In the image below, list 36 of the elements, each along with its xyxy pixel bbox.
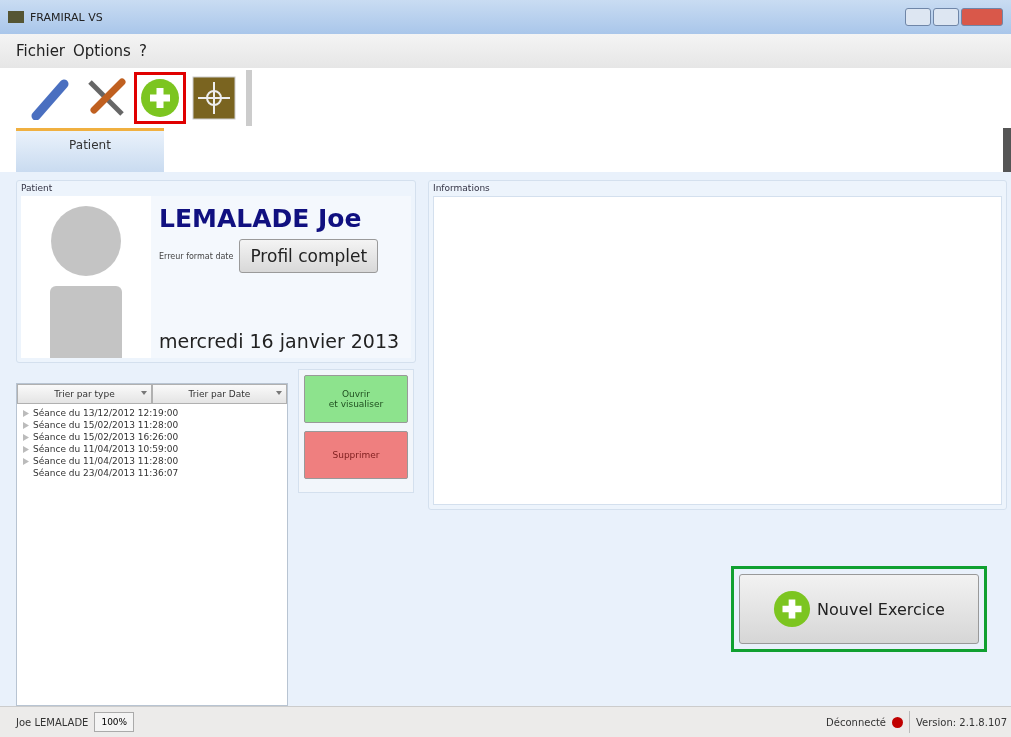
user-name: Joe LEMALADE	[16, 716, 89, 728]
toolbar-grip[interactable]	[246, 70, 252, 126]
menu-item[interactable]: Fichier	[16, 42, 66, 60]
session-item[interactable]: Séance du 23/04/2013 11:36:07	[17, 467, 287, 479]
date-error-text: Erreur format date	[159, 251, 234, 261]
session-item[interactable]: Séance du 11/04/2013 10:59:00	[17, 443, 287, 455]
date-text: mercredi 16 janvier 2013	[159, 330, 401, 354]
tab[interactable]: Patient	[16, 128, 164, 172]
session-item[interactable]: Séance du 13/12/2012 12:19:00	[17, 407, 287, 419]
toolbar-button[interactable]	[134, 72, 186, 124]
delete-button[interactable]: Supprimer	[304, 431, 408, 479]
group-title: Informations	[433, 183, 491, 193]
window-title: FRAMIRAL VS	[30, 10, 103, 24]
caret-icon[interactable]	[141, 391, 147, 395]
menu-item[interactable]: ?	[138, 42, 147, 60]
session-item[interactable]: Séance du 15/02/2013 16:26:00	[17, 431, 287, 443]
plus-icon	[773, 590, 812, 628]
connection-status: Déconnecté	[826, 716, 886, 728]
patient-name: LEMALADE Joe	[159, 204, 363, 233]
sort-header[interactable]: Trier par Date	[152, 384, 287, 404]
open-button[interactable]: Ouvrir et visualiser	[304, 375, 408, 423]
new-exercise-button[interactable]: Nouvel Exercice	[739, 574, 979, 644]
sort-header[interactable]: Trier par type	[17, 384, 152, 404]
profile-button[interactable]: Profil complet	[239, 239, 379, 273]
maximize-button[interactable]	[933, 8, 959, 26]
plus-icon	[140, 78, 180, 118]
zoom-button[interactable]: 100%	[94, 712, 135, 732]
session-item[interactable]: Séance du 15/02/2013 11:28:00	[17, 419, 287, 431]
version-text: Version: 2.1.8.107	[915, 716, 1007, 728]
caret-icon[interactable]	[276, 391, 282, 395]
menu-item[interactable]: Options	[73, 42, 131, 60]
app-icon	[8, 11, 24, 23]
group-title: Patient	[21, 183, 54, 193]
crosshair-icon	[192, 76, 236, 120]
minimize-button[interactable]	[905, 8, 931, 26]
session-item[interactable]: Séance du 11/04/2013 11:28:00	[17, 455, 287, 467]
